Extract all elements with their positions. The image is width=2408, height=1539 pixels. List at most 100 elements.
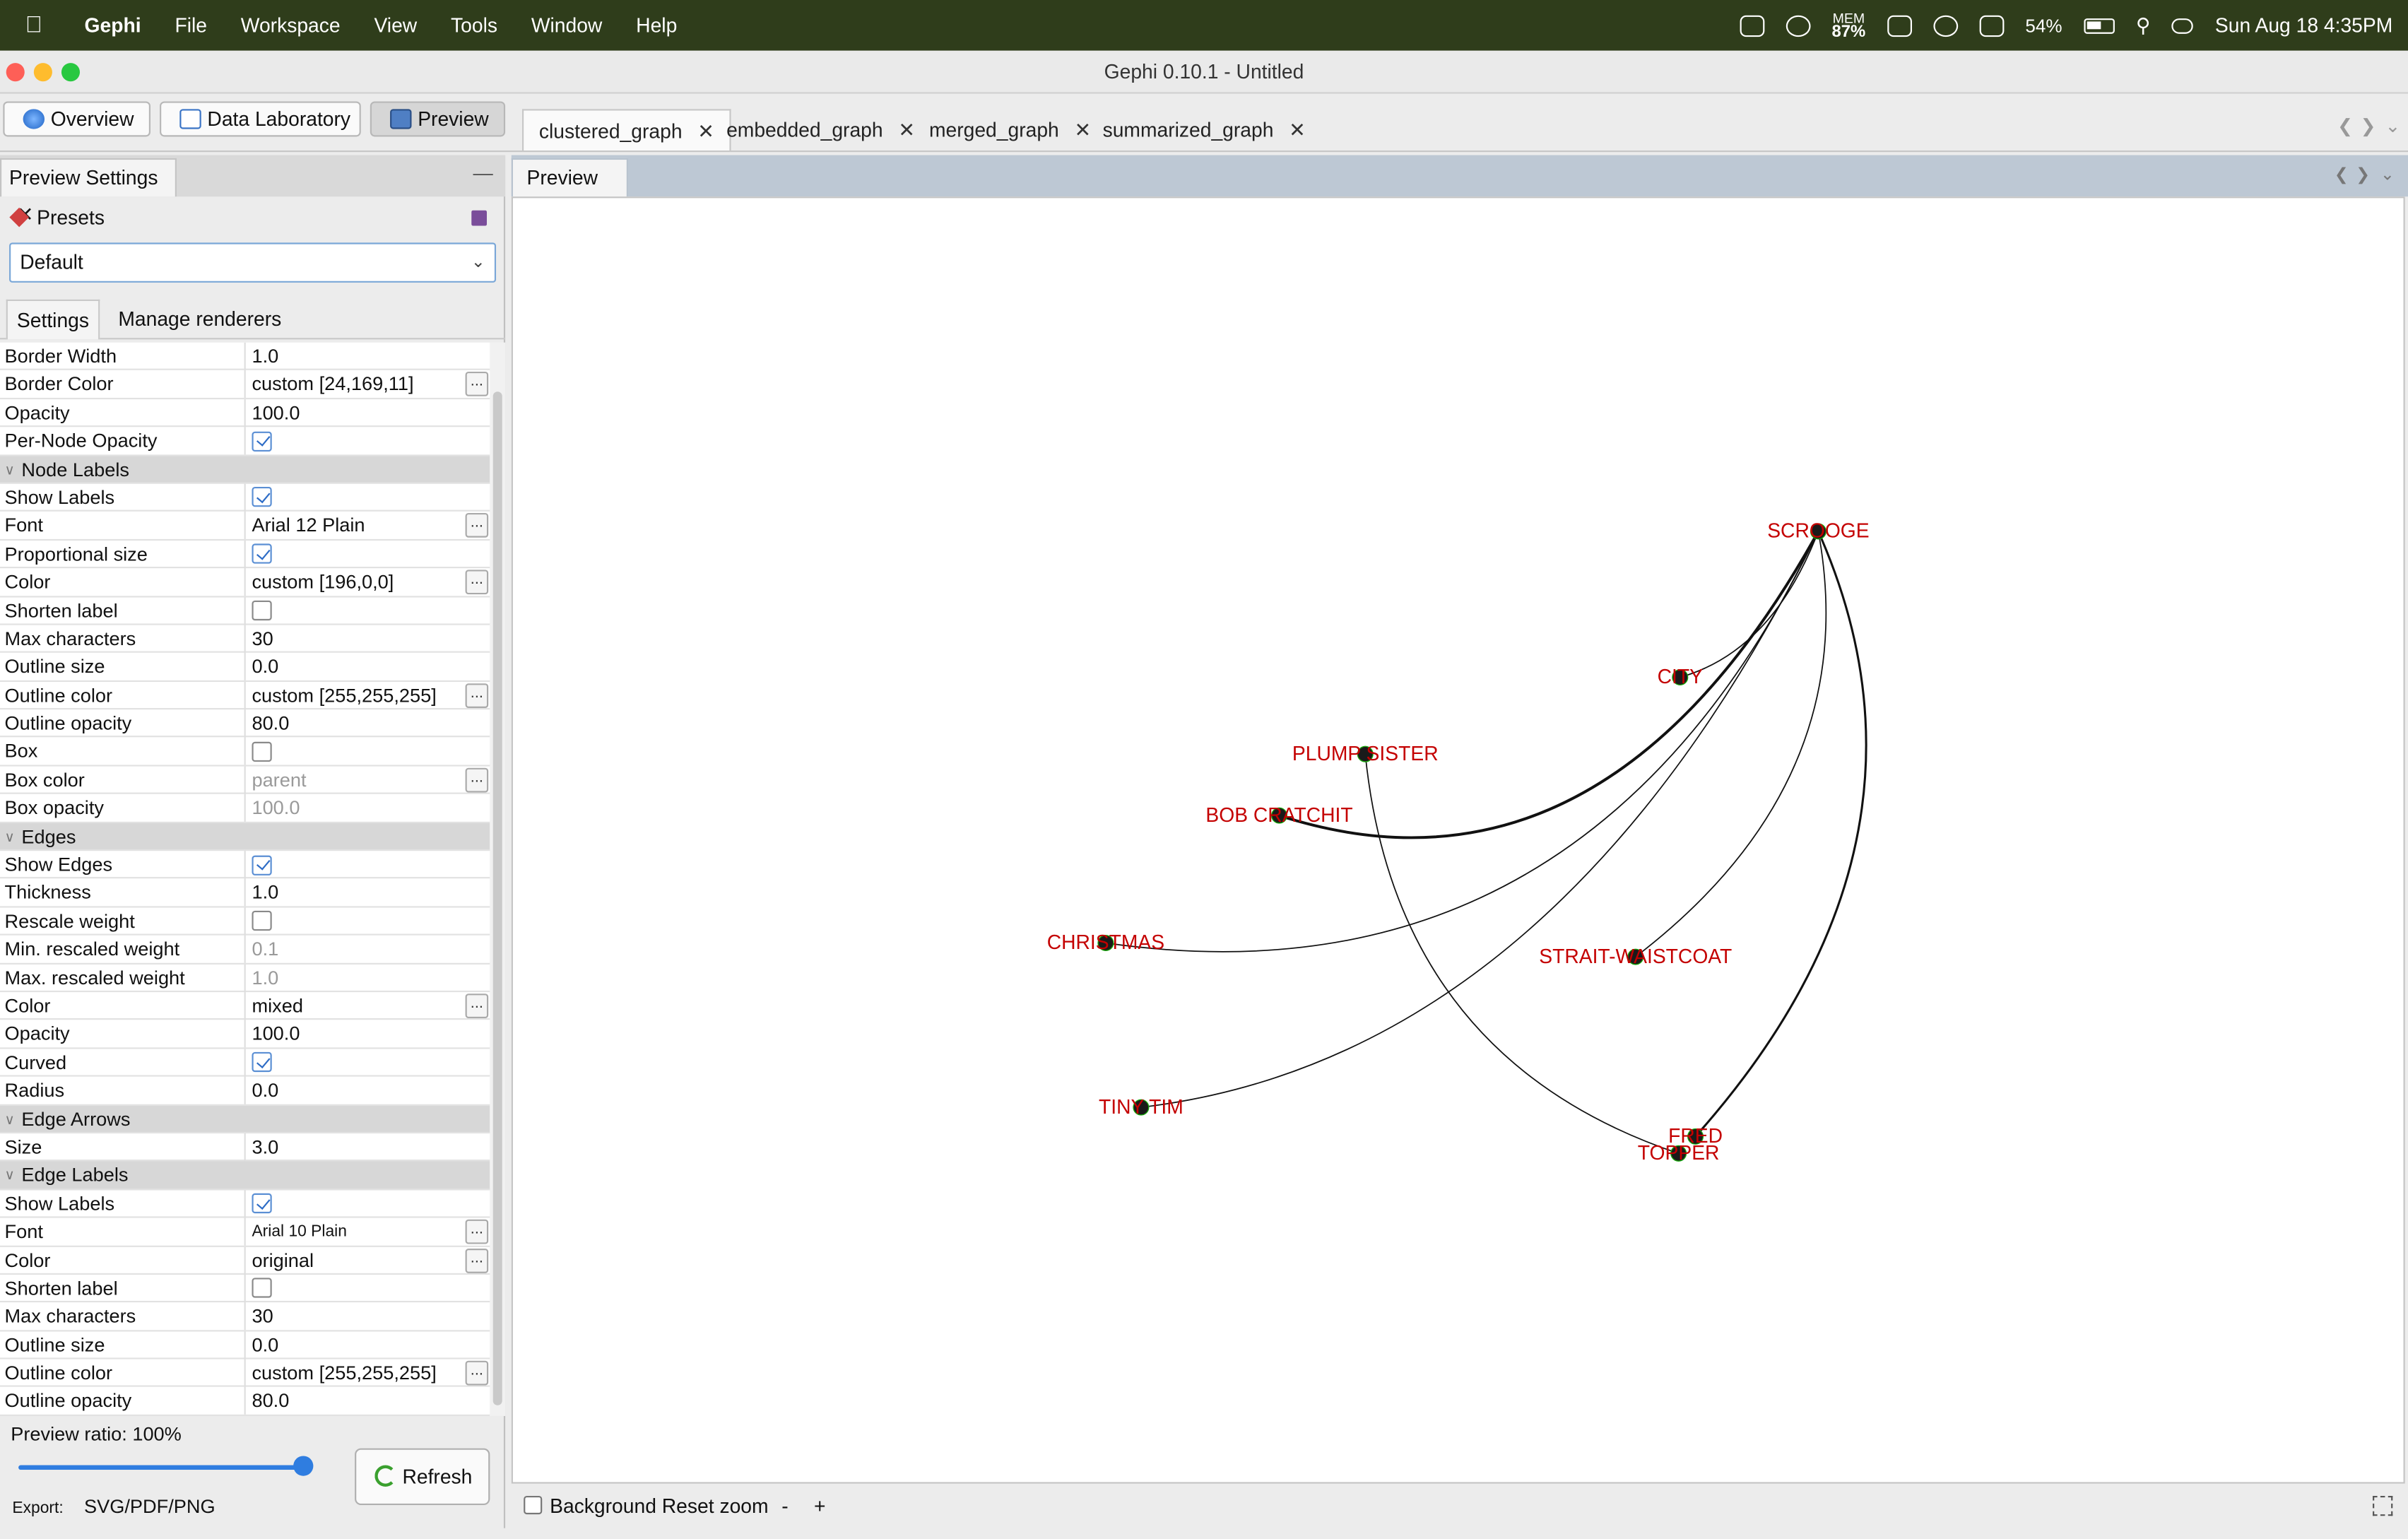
property-value[interactable]: 3.0 [244, 1133, 490, 1162]
property-value[interactable]: mixed... [244, 992, 490, 1020]
menu-help[interactable]: Help [619, 14, 694, 37]
tab-preview[interactable]: Preview ✕ [511, 158, 628, 226]
tab-preview-settings[interactable]: Preview Settings ✕ [0, 158, 177, 226]
memory-status[interactable]: MEM 87% [1831, 11, 1865, 40]
chevron-down-icon[interactable]: ⌄ [2380, 165, 2395, 184]
property-value[interactable]: 100.0 [244, 399, 490, 427]
edit-value-button[interactable]: ... [465, 570, 489, 595]
menu-tools[interactable]: Tools [434, 14, 514, 37]
minimize-panel-icon[interactable]: — [473, 161, 492, 184]
checked-checkbox[interactable] [252, 543, 272, 565]
status-app-icon[interactable] [1740, 14, 1764, 37]
property-checkbox-cell[interactable] [244, 1189, 490, 1217]
tab-settings[interactable]: Settings [6, 299, 100, 340]
tab-manage-renderers[interactable]: Manage renderers [109, 300, 290, 340]
zoom-in-button[interactable]: + [814, 1485, 826, 1528]
property-checkbox-cell[interactable] [244, 540, 490, 568]
globe-icon[interactable] [1932, 14, 1958, 37]
edit-value-button[interactable]: ... [465, 372, 489, 397]
menu-window[interactable]: Window [514, 14, 619, 37]
menu-app-name[interactable]: Gephi [68, 14, 158, 37]
zoom-out-button[interactable]: - [781, 1485, 788, 1528]
property-checkbox-cell[interactable] [244, 738, 490, 766]
checked-checkbox[interactable] [252, 1052, 272, 1073]
close-icon[interactable]: ✕ [1289, 118, 1306, 141]
collapse-chevron-icon[interactable]: ∨ [5, 1162, 15, 1189]
s-app-icon[interactable] [1979, 14, 2004, 37]
checked-checkbox[interactable] [252, 854, 272, 875]
unchecked-checkbox[interactable] [252, 1278, 272, 1299]
property-value[interactable]: parent... [244, 766, 490, 794]
checked-checkbox[interactable] [252, 1193, 272, 1214]
property-value[interactable]: 0.1 [244, 936, 490, 964]
preset-select[interactable]: Default ⌄ [9, 242, 497, 283]
reset-zoom-button[interactable]: Reset zoom [662, 1485, 769, 1528]
unchecked-checkbox[interactable] [252, 741, 272, 762]
shield-icon[interactable] [1887, 14, 1912, 37]
property-value[interactable]: custom [255,255,255]... [244, 1359, 490, 1387]
property-value[interactable]: 100.0 [244, 794, 490, 822]
property-section-header[interactable]: ∨ Edge Labels [0, 1161, 490, 1190]
property-checkbox-cell[interactable] [244, 483, 490, 512]
property-value[interactable]: 1.0 [244, 964, 490, 992]
property-checkbox-cell[interactable] [244, 1274, 490, 1302]
control-center-icon[interactable] [2172, 17, 2194, 33]
fullscreen-icon[interactable] [2373, 1495, 2393, 1516]
tab-list-chevron-icon[interactable]: ⌄ [2385, 115, 2400, 136]
minimize-window-button[interactable] [33, 63, 52, 82]
tab-merged-graph[interactable]: merged_graph ✕ [914, 109, 1106, 151]
property-value[interactable]: 30 [244, 1302, 490, 1331]
edit-value-button[interactable]: ... [465, 1219, 489, 1244]
property-value[interactable]: Arial 12 Plain... [244, 512, 490, 540]
scroll-right-icon[interactable]: ❯ [2356, 165, 2370, 184]
close-icon[interactable]: ✕ [898, 118, 915, 141]
tab-scroll-left-icon[interactable]: ❮ [2337, 115, 2353, 136]
collapse-chevron-icon[interactable]: ∨ [5, 456, 15, 483]
tab-embedded-graph[interactable]: embedded_graph ✕ [711, 109, 930, 151]
battery-percent[interactable]: 54% [2025, 15, 2062, 36]
property-value[interactable]: 0.0 [244, 1331, 490, 1359]
edit-value-button[interactable]: ... [465, 683, 489, 708]
property-value[interactable]: custom [196,0,0]... [244, 568, 490, 596]
data-laboratory-mode-button[interactable]: Data Laboratory [160, 101, 361, 137]
scrollbar-thumb[interactable] [492, 391, 502, 1405]
refresh-button[interactable]: Refresh [355, 1448, 490, 1506]
background-checkbox[interactable] [524, 1495, 543, 1515]
apple-icon[interactable]:  [0, 12, 68, 38]
menubar-clock[interactable]: Sun Aug 18 4:35PM [2215, 14, 2392, 37]
search-icon[interactable]: ⚲ [2136, 13, 2151, 37]
property-checkbox-cell[interactable] [244, 427, 490, 455]
tab-summarized-graph[interactable]: summarized_graph ✕ [1087, 109, 1321, 151]
battery-icon[interactable] [2084, 17, 2115, 33]
property-scrollbar[interactable] [490, 342, 506, 1416]
unchecked-checkbox[interactable] [252, 911, 272, 931]
graph-preview-canvas[interactable]: SCROOGE CITY PLUMP SISTER BOB CRATCHIT CHRIS… [511, 196, 2407, 1485]
edit-value-button[interactable]: ... [465, 993, 489, 1018]
collapse-chevron-icon[interactable]: ∨ [5, 822, 15, 850]
edit-value-button[interactable]: ... [465, 1360, 489, 1386]
property-value[interactable]: 30 [244, 625, 490, 653]
property-value[interactable]: 1.0 [244, 879, 490, 907]
property-value[interactable]: 1.0 [244, 342, 490, 370]
property-value[interactable]: 80.0 [244, 1387, 490, 1415]
property-value[interactable]: 80.0 [244, 709, 490, 738]
property-value[interactable]: 0.0 [244, 1076, 490, 1105]
property-section-header[interactable]: ∨ Edges [0, 822, 490, 851]
property-value[interactable]: original... [244, 1246, 490, 1274]
preview-ratio-slider[interactable] [18, 1465, 311, 1470]
property-checkbox-cell[interactable] [244, 851, 490, 879]
tab-clustered-graph[interactable]: clustered_graph ✕ [521, 109, 731, 151]
collapse-chevron-icon[interactable]: ∨ [5, 1105, 15, 1133]
menu-view[interactable]: View [358, 14, 435, 37]
graph-svg[interactable]: SCROOGE CITY PLUMP SISTER BOB CRATCHIT CHRIS… [513, 198, 2407, 1485]
edit-value-button[interactable]: ... [465, 513, 489, 538]
checked-checkbox[interactable] [252, 487, 272, 508]
close-window-button[interactable] [6, 63, 25, 82]
edit-value-button[interactable]: ... [465, 767, 489, 793]
unchecked-checkbox[interactable] [252, 600, 272, 621]
menu-file[interactable]: File [158, 14, 224, 37]
property-checkbox-cell[interactable] [244, 596, 490, 625]
openai-icon[interactable] [1786, 14, 1811, 37]
property-checkbox-cell[interactable] [244, 1048, 490, 1077]
tab-scroll-right-icon[interactable]: ❯ [2361, 115, 2376, 136]
